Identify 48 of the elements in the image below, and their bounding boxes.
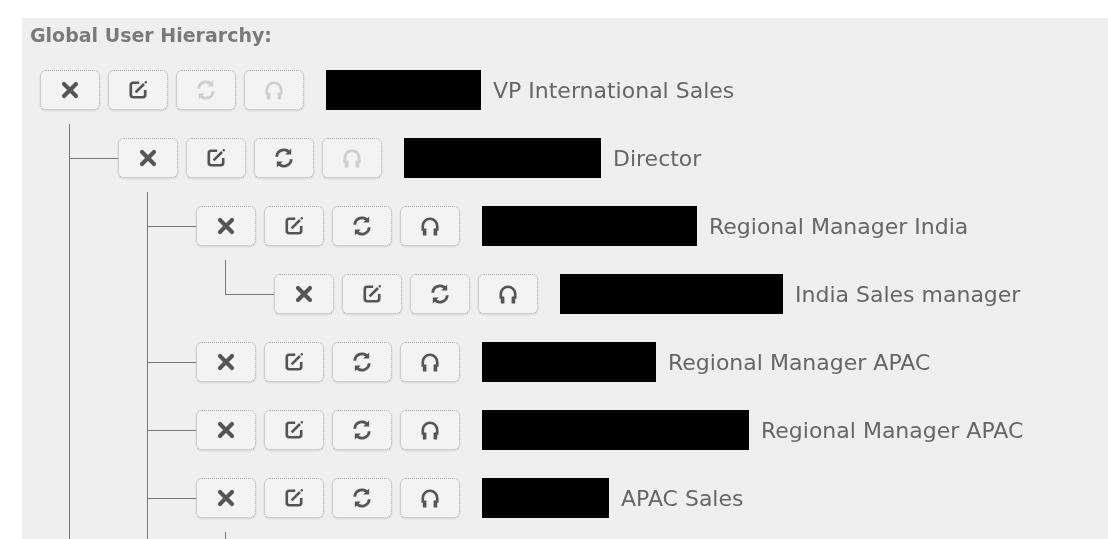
- headset-button[interactable]: [400, 342, 460, 382]
- refresh-button[interactable]: [254, 138, 314, 178]
- refresh-button[interactable]: [332, 410, 392, 450]
- refresh-button[interactable]: [332, 206, 392, 246]
- user-role: VP International Sales: [493, 77, 735, 103]
- refresh-icon: [272, 146, 296, 170]
- delete-button[interactable]: [118, 138, 178, 178]
- headset-icon: [496, 282, 520, 306]
- user-role: APAC Sales: [621, 485, 744, 511]
- refresh-button[interactable]: [332, 342, 392, 382]
- edit-button[interactable]: [264, 410, 324, 450]
- delete-button[interactable]: [196, 206, 256, 246]
- user-role: Regional Manager APAC: [761, 417, 1024, 443]
- delete-button[interactable]: [196, 478, 256, 518]
- edit-icon: [204, 146, 228, 170]
- delete-button[interactable]: [40, 70, 100, 110]
- edit-icon: [282, 214, 306, 238]
- edit-button[interactable]: [264, 342, 324, 382]
- headset-button[interactable]: [478, 274, 538, 314]
- refresh-icon: [428, 282, 452, 306]
- user-role: Regional Manager India: [709, 213, 969, 239]
- refresh-icon: [350, 214, 374, 238]
- edit-icon: [282, 350, 306, 374]
- delete-button[interactable]: [274, 274, 334, 314]
- edit-icon: [126, 78, 150, 102]
- user-role: Director: [613, 145, 702, 171]
- refresh-button[interactable]: [332, 478, 392, 518]
- section-heading: Global User Hierarchy:: [30, 24, 273, 46]
- delete-button[interactable]: [196, 410, 256, 450]
- edit-button[interactable]: [186, 138, 246, 178]
- edit-icon: [360, 282, 384, 306]
- edit-button[interactable]: [108, 70, 168, 110]
- edit-icon: [282, 418, 306, 442]
- headset-button[interactable]: [400, 206, 460, 246]
- refresh-icon: [350, 418, 374, 442]
- user-role: India Sales manager: [795, 281, 1021, 307]
- user-role: Regional Manager APAC: [668, 349, 931, 375]
- headset-button[interactable]: [400, 478, 460, 518]
- refresh-button[interactable]: [410, 274, 470, 314]
- refresh-icon: [194, 78, 218, 102]
- headset-button[interactable]: [400, 410, 460, 450]
- edit-button[interactable]: [264, 206, 324, 246]
- edit-icon: [282, 486, 306, 510]
- refresh-icon: [350, 350, 374, 374]
- edit-button[interactable]: [342, 274, 402, 314]
- refresh-icon: [350, 486, 374, 510]
- edit-button[interactable]: [264, 478, 324, 518]
- delete-button[interactable]: [196, 342, 256, 382]
